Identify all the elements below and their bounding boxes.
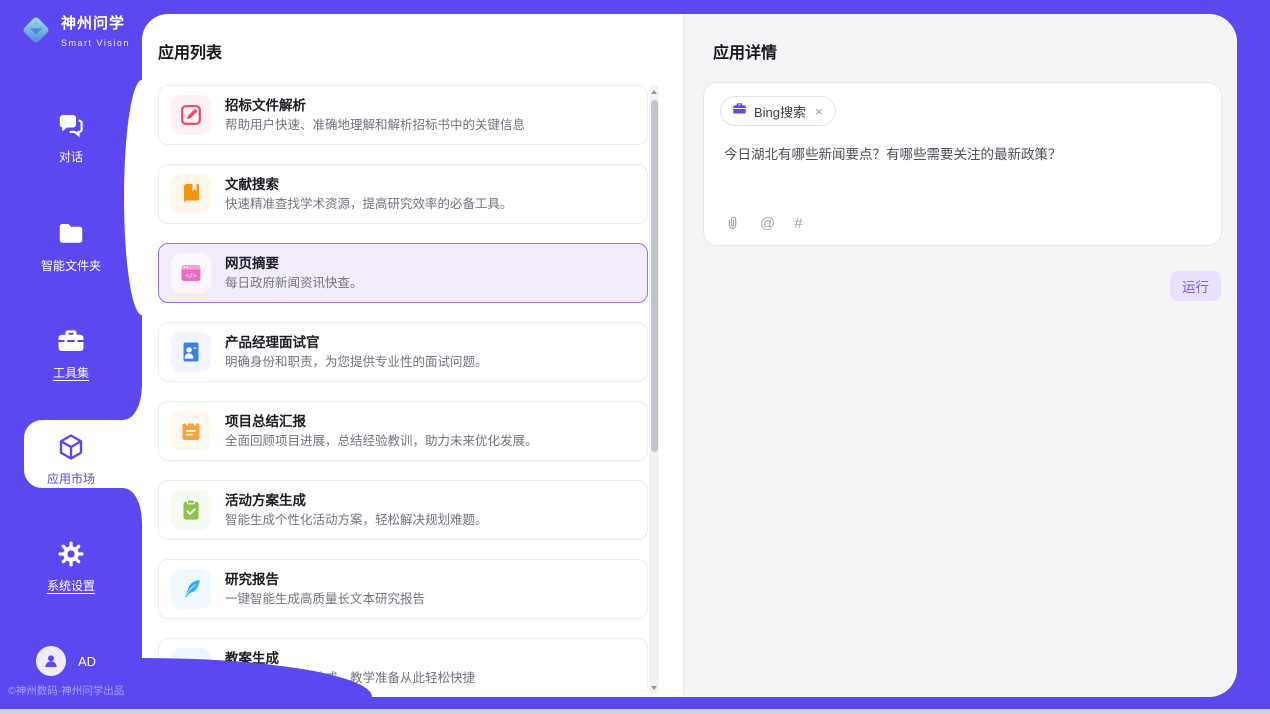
sidebar-item-label: 工具集: [0, 364, 142, 381]
sidebar-item-label: 应用市场: [0, 470, 142, 487]
sidebar: 神州问学 Smart Vision 对话 智能文件夹 工具集 应用市场 系统设置: [0, 0, 142, 709]
sidebar-item-label: 智能文件夹: [0, 257, 142, 274]
app-card[interactable]: 文献搜索快速精准查找学术资源，提高研究效率的必备工具。: [158, 164, 648, 224]
sidebar-item-folders[interactable]: 智能文件夹: [0, 219, 142, 274]
svg-text:</>: </>: [185, 271, 197, 279]
chat-icon: [56, 110, 86, 145]
app-card-description: 智能生成个性化活动方案，轻松解决规划难题。: [225, 512, 488, 529]
list-scrollbar[interactable]: [649, 85, 659, 695]
calendar-note-icon: [171, 411, 211, 451]
app-card-title: 文献搜索: [225, 176, 513, 194]
app-card[interactable]: 产品经理面试官明确身份和职责，为您提供专业性的面试问题。: [158, 322, 648, 382]
app-card-description: 每日政府新闻资讯快查。: [225, 275, 363, 292]
person-icon: [42, 652, 60, 670]
app-card[interactable]: 活动方案生成智能生成个性化活动方案，轻松解决规划难题。: [158, 480, 648, 540]
sidebar-item-chat[interactable]: 对话: [0, 110, 142, 165]
app-card-title: 活动方案生成: [225, 492, 488, 510]
document-edit-icon: [171, 95, 211, 135]
sidebar-item-label: 系统设置: [0, 577, 142, 594]
brand-title: 神州问学: [61, 15, 125, 32]
app-detail-panel: 应用详情 Bing搜索 × 今日湖北有哪些新闻要点？有哪些需要关注的最新政策？ …: [683, 14, 1237, 697]
prompt-input-card: Bing搜索 × 今日湖北有哪些新闻要点？有哪些需要关注的最新政策？ @#: [703, 82, 1222, 246]
app-card-title: 研究报告: [225, 571, 425, 589]
tool-tag-label: Bing搜索: [754, 102, 806, 121]
browser-code-icon: </>: [171, 253, 211, 293]
sidebar-item-settings[interactable]: 系统设置: [0, 539, 142, 594]
run-button[interactable]: 运行: [1170, 271, 1221, 301]
quill-icon: [171, 569, 211, 609]
sidebar-item-label: 对话: [0, 148, 142, 165]
folder-icon: [56, 219, 86, 254]
scroll-down-arrow-icon[interactable]: [650, 684, 658, 692]
app-window: 神州问学 Smart Vision 对话 智能文件夹 工具集 应用市场 系统设置: [0, 0, 1270, 714]
prompt-textarea[interactable]: 今日湖北有哪些新闻要点？有哪些需要关注的最新政策？: [724, 145, 1203, 203]
toolbox-icon: [56, 326, 86, 361]
copyright-footer: ©神州数码·神州问学出品: [8, 683, 124, 698]
app-card-title: 产品经理面试官: [225, 334, 488, 352]
app-card-title: 网页摘要: [225, 255, 363, 273]
interviewer-icon: [171, 332, 211, 372]
app-card[interactable]: 研究报告一键智能生成高质量长文本研究报告: [158, 559, 648, 619]
diamond-logo-icon: [18, 12, 54, 53]
attachment-toolbar: @#: [724, 215, 803, 232]
window-bottom-strip: [0, 709, 1270, 714]
app-card-description: 快速精准查找学术资源，提高研究效率的必备工具。: [225, 196, 513, 213]
user-account[interactable]: AD: [36, 646, 96, 676]
sidebar-item-market[interactable]: 应用市场: [0, 432, 142, 487]
brand-logo: 神州问学 Smart Vision: [18, 12, 142, 53]
app-list: 招标文件解析帮助用户快速、准确地理解和解析招标书中的关键信息 文献搜索快速精准查…: [158, 85, 648, 689]
briefcase-icon: [732, 101, 747, 121]
avatar[interactable]: [36, 646, 66, 676]
app-card[interactable]: 招标文件解析帮助用户快速、准确地理解和解析招标书中的关键信息: [158, 85, 648, 145]
brand-subtitle: Smart Vision: [61, 38, 130, 48]
app-card-title: 项目总结汇报: [225, 413, 538, 431]
app-card-description: 一键智能生成高质量长文本研究报告: [225, 591, 425, 608]
main-panel: 应用列表 招标文件解析帮助用户快速、准确地理解和解析招标书中的关键信息 文献搜索…: [142, 14, 1237, 697]
close-icon[interactable]: ×: [813, 104, 825, 119]
app-card-description: 明确身份和职责，为您提供专业性的面试问题。: [225, 354, 488, 371]
tool-tag-bing-search[interactable]: Bing搜索 ×: [720, 96, 836, 126]
clipboard-check-icon: [171, 490, 211, 530]
hash-icon[interactable]: #: [794, 215, 802, 232]
cube-icon: [56, 432, 86, 467]
app-card-description: 帮助用户快速、准确地理解和解析招标书中的关键信息: [225, 117, 525, 134]
scroll-up-arrow-icon[interactable]: [650, 88, 658, 96]
gear-icon: [56, 539, 86, 574]
app-card[interactable]: </> 网页摘要每日政府新闻资讯快查。: [158, 243, 648, 303]
app-list-title: 应用列表: [158, 39, 222, 63]
app-card[interactable]: 项目总结汇报全面回顾项目进展，总结经验教训，助力未来优化发展。: [158, 401, 648, 461]
paperclip-icon[interactable]: [724, 215, 741, 232]
user-label: AD: [78, 654, 96, 669]
book-icon: [171, 174, 211, 214]
sidebar-item-tools[interactable]: 工具集: [0, 326, 142, 381]
mention-icon[interactable]: @: [760, 215, 775, 232]
app-detail-title: 应用详情: [713, 39, 777, 63]
app-card-title: 招标文件解析: [225, 97, 525, 115]
scrollbar-thumb[interactable]: [651, 100, 658, 452]
app-card-description: 全面回顾项目进展，总结经验教训，助力未来优化发展。: [225, 433, 538, 450]
